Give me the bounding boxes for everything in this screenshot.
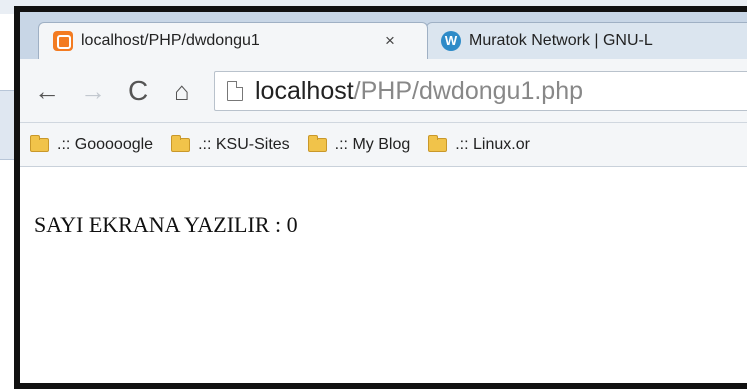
wordpress-icon — [441, 31, 461, 51]
tab-title: localhost/PHP/dwdongu1 — [81, 32, 260, 49]
bookmark-ksu-sites[interactable]: .:: KSU-Sites — [171, 134, 290, 154]
forward-button[interactable]: → — [80, 76, 106, 106]
tab-close-button[interactable]: × — [385, 31, 395, 51]
tab-strip: localhost/PHP/dwdongu1 × Muratok Network… — [20, 12, 747, 59]
browser-toolbar: ← → C ⌂ localhost/PHP/dwdongu1.php — [20, 59, 747, 123]
folder-icon — [171, 134, 191, 152]
page-content: SAYI EKRANA YAZILIR : 0 — [20, 168, 747, 383]
url-path: /PHP/dwdongu1.php — [353, 76, 584, 105]
bookmark-linux[interactable]: .:: Linux.or — [428, 134, 530, 154]
page-icon — [227, 81, 243, 101]
bookmark-my-blog[interactable]: .:: My Blog — [307, 134, 411, 154]
background-window-edge — [0, 90, 14, 160]
tab-muratok-network[interactable]: Muratok Network | GNU-L — [426, 22, 747, 59]
bookmarks-bar: .:: Gooooogle .:: KSU-Sites .:: My Blog … — [20, 123, 747, 167]
bookmark-label: .:: My Blog — [334, 135, 411, 153]
bookmark-label: .:: KSU-Sites — [198, 135, 290, 153]
home-button[interactable]: ⌂ — [174, 76, 190, 106]
back-button[interactable]: ← — [34, 76, 60, 106]
folder-icon — [428, 134, 448, 152]
address-bar[interactable]: localhost/PHP/dwdongu1.php — [214, 71, 747, 111]
bookmark-label: .:: Gooooogle — [57, 135, 154, 153]
folder-icon — [30, 134, 49, 152]
bookmark-label: .:: Linux.or — [455, 135, 530, 153]
tab-localhost[interactable]: localhost/PHP/dwdongu1 × — [38, 22, 428, 59]
page-output-text: SAYI EKRANA YAZILIR : 0 — [34, 212, 298, 237]
reload-button[interactable]: C — [128, 76, 148, 106]
browser-window: localhost/PHP/dwdongu1 × Muratok Network… — [14, 6, 747, 389]
bookmark-gooooogle[interactable]: .:: Gooooogle — [30, 134, 154, 154]
tab-title: Muratok Network | GNU-L — [469, 32, 653, 49]
folder-icon — [307, 134, 327, 152]
url-host: localhost — [255, 76, 354, 105]
xampp-icon — [53, 31, 73, 51]
